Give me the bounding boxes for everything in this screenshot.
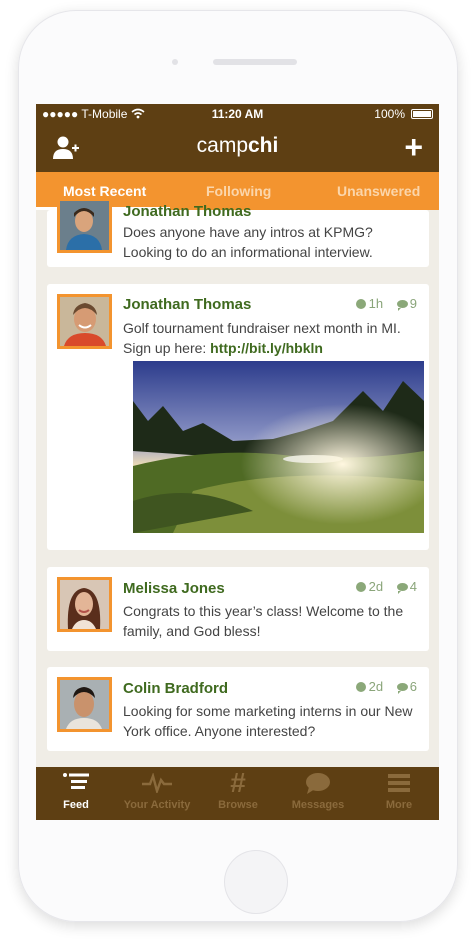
post-author[interactable]: Melissa Jones (123, 580, 225, 597)
clock-icon (355, 682, 366, 692)
battery-percent: 100% (374, 107, 405, 121)
post-meta: 2d 4 (355, 579, 417, 594)
tab-feed[interactable]: Feed (36, 767, 116, 820)
tab-label: Browse (218, 799, 258, 811)
activity-icon (142, 773, 172, 793)
tab-your-activity[interactable]: Your Activity (117, 767, 197, 820)
post-author[interactable]: Colin Bradford (123, 680, 228, 697)
tab-label: More (385, 799, 413, 811)
post-time: 2d (368, 679, 384, 694)
avatar[interactable] (57, 677, 112, 732)
clock-icon (355, 299, 366, 309)
post-card[interactable]: Colin Bradford 2d 6 Looking for some mar… (47, 667, 429, 751)
post-card[interactable]: Jonathan Thomas 1h 9 Golf tournament fun… (47, 284, 429, 550)
message-bubble-icon (306, 773, 330, 794)
front-camera (172, 59, 178, 65)
tab-label: Messages (291, 799, 345, 811)
post-time: 1h (368, 296, 384, 311)
post-meta: 2d 6 (355, 679, 417, 694)
post-meta: 1h 9 (355, 296, 417, 311)
post-text: Does anyone have any intros at KPMG? Loo… (123, 224, 373, 260)
avatar[interactable] (57, 198, 112, 253)
menu-icon (388, 774, 410, 792)
tab-unanswered[interactable]: Unanswered (337, 183, 420, 199)
feed-icon (63, 773, 89, 789)
comment-icon (396, 300, 408, 311)
top-nav-bar: campchi + (36, 124, 439, 172)
tab-following[interactable]: Following (206, 183, 271, 199)
avatar[interactable] (57, 294, 112, 349)
comment-icon (396, 583, 408, 594)
post-text: Golf tournament fundraiser next month in… (123, 320, 401, 356)
comment-count: 9 (409, 296, 417, 311)
post-card-partial[interactable]: Jonathan Thomas Does anyone have any int… (47, 198, 429, 267)
bottom-tab-bar: Feed Your Activity # Browse Messages Mor… (36, 767, 439, 820)
clock-icon (355, 582, 366, 592)
post-photo[interactable] (133, 361, 424, 533)
app-logo: campchi (196, 134, 279, 157)
post-author[interactable]: Jonathan Thomas (123, 296, 251, 313)
post-author[interactable]: Jonathan Thomas (123, 203, 251, 220)
post-link[interactable]: http://bit.ly/hbkln (210, 340, 323, 356)
post-text: Congrats to this year’s class! Welcome t… (123, 603, 404, 639)
comment-icon (396, 683, 408, 694)
home-button[interactable] (224, 850, 288, 914)
battery-icon (411, 109, 433, 119)
hashtag-icon: # (230, 767, 246, 798)
post-text: Looking for some marketing interns in ou… (123, 703, 413, 739)
tab-most-recent[interactable]: Most Recent (63, 183, 146, 199)
tab-messages[interactable]: Messages (278, 767, 358, 820)
tab-label: Feed (63, 799, 89, 811)
status-bar: ●●●●● T-Mobile 11:20 AM 100% (36, 104, 439, 124)
post-card[interactable]: Melissa Jones 2d 4 Congrats to this year… (47, 567, 429, 651)
comment-count: 4 (409, 579, 417, 594)
tab-more[interactable]: More (359, 767, 439, 820)
comment-count: 6 (409, 679, 417, 694)
tab-label: Your Activity (123, 799, 191, 811)
post-time: 2d (368, 579, 384, 594)
earpiece-speaker (213, 59, 297, 65)
app-screen: ●●●●● T-Mobile 11:20 AM 100% campchi + M… (36, 104, 439, 820)
tab-browse[interactable]: # Browse (198, 767, 278, 820)
avatar[interactable] (57, 577, 112, 632)
new-post-button[interactable]: + (404, 131, 423, 163)
